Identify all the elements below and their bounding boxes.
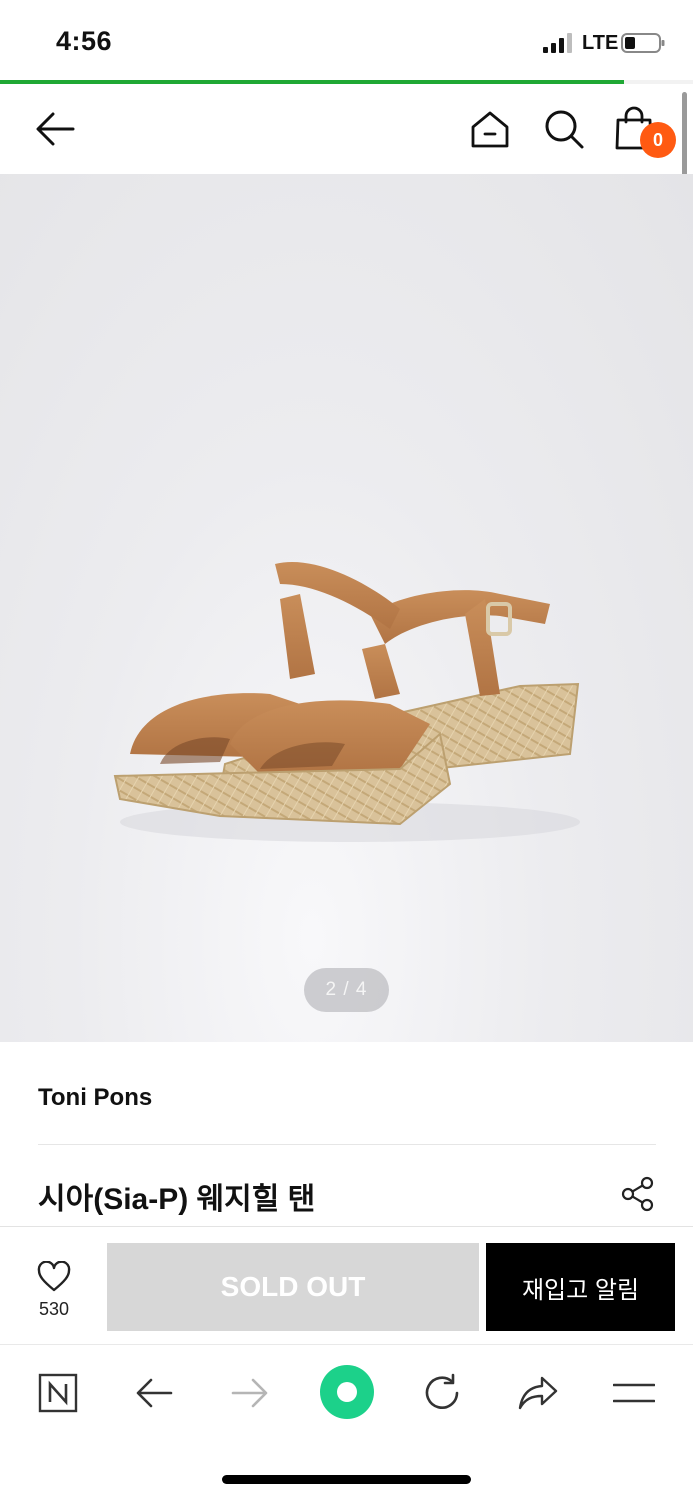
arrow-left-icon <box>36 112 75 146</box>
cart-count-badge: 0 <box>640 122 676 158</box>
back-button[interactable] <box>28 104 82 154</box>
product-title: 시아(Sia-P) 웨지힐 탠 <box>38 1183 316 1216</box>
browser-forward-button[interactable] <box>220 1363 280 1423</box>
battery-icon <box>621 33 665 53</box>
signal-icon <box>543 33 572 53</box>
browser-toolbar <box>0 1344 693 1441</box>
sold-out-button[interactable]: SOLD OUT <box>107 1243 479 1331</box>
home-icon <box>471 111 509 148</box>
home-indicator[interactable] <box>222 1475 471 1484</box>
home-button[interactable] <box>462 104 518 154</box>
arrow-left-icon <box>136 1378 173 1408</box>
purchase-bar: 530 SOLD OUT 재입고 알림 <box>0 1226 693 1345</box>
arrow-right-icon <box>231 1378 268 1408</box>
green-dot-icon <box>320 1365 374 1419</box>
share-button[interactable] <box>616 1172 660 1216</box>
green-dot-button[interactable] <box>316 1361 378 1423</box>
share-page-button[interactable] <box>508 1363 568 1423</box>
divider <box>38 1144 656 1145</box>
status-bar: 4:56 LTE <box>0 0 693 82</box>
refresh-icon <box>425 1373 459 1409</box>
image-counter: 2 / 4 <box>304 968 389 1012</box>
menu-icon <box>613 1383 655 1403</box>
cart-button[interactable]: 0 <box>608 102 680 160</box>
refresh-button[interactable] <box>412 1363 472 1423</box>
product-photo-sandals <box>113 562 580 842</box>
search-icon <box>545 110 584 149</box>
share-icon <box>621 1176 654 1212</box>
menu-button[interactable] <box>604 1363 664 1423</box>
top-nav: 0 <box>0 84 693 174</box>
naver-home-button[interactable] <box>28 1363 88 1423</box>
heart-icon <box>37 1261 71 1292</box>
brand-name[interactable]: Toni Pons <box>38 1084 152 1112</box>
naver-n-icon <box>38 1373 78 1413</box>
like-count: 530 <box>38 1299 70 1319</box>
product-image-carousel[interactable]: 2 / 4 <box>0 174 693 1042</box>
carrier-label: LTE <box>582 32 619 54</box>
restock-alert-button[interactable]: 재입고 알림 <box>486 1243 675 1331</box>
like-button[interactable]: 530 <box>24 1257 84 1321</box>
status-time: 4:56 <box>56 26 113 56</box>
browser-back-button[interactable] <box>124 1363 184 1423</box>
share-arrow-icon <box>518 1376 558 1410</box>
search-button[interactable] <box>536 104 592 154</box>
